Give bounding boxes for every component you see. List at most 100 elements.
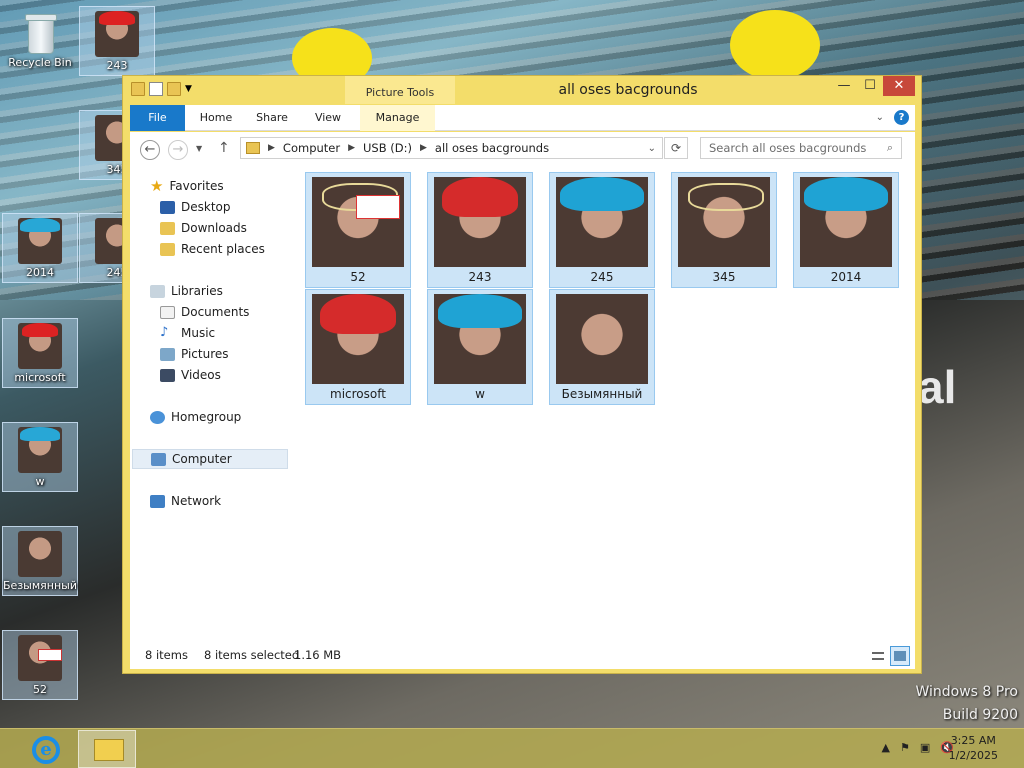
file-item-2014[interactable]: 2014 <box>793 172 899 288</box>
file-item-345[interactable]: 345 <box>671 172 777 288</box>
tab-share[interactable]: Share <box>246 105 298 131</box>
file-name: 345 <box>712 270 736 284</box>
details-view-button[interactable] <box>868 646 888 666</box>
desktop-icon-microsoft[interactable]: microsoft <box>2 318 78 388</box>
file-item-245[interactable]: 245 <box>549 172 655 288</box>
explorer-body: ← → ▼ ↑ ▶ Computer ▶ USB (D:) ▶ all oses… <box>130 132 915 669</box>
show-hidden-icons-icon[interactable]: ▲ <box>882 741 890 754</box>
address-history-chevron-icon[interactable]: ⌄ <box>648 143 656 154</box>
image-thumbnail-icon <box>434 177 526 267</box>
internet-explorer-icon: e <box>32 736 60 764</box>
ribbon-right-controls: ⌄ ? <box>876 110 909 125</box>
image-thumbnail-icon <box>434 294 526 384</box>
desktop-icon-label: Безымянный <box>3 579 77 592</box>
search-input[interactable]: Search all oses bacgrounds ⌕ <box>700 137 902 159</box>
folder-icon <box>246 142 260 154</box>
status-selection: 8 items selected <box>204 648 300 662</box>
nav-videos[interactable]: Videos <box>160 365 221 385</box>
up-arrow-icon[interactable]: ↑ <box>218 140 230 156</box>
window-title: all oses bacgrounds <box>558 82 698 98</box>
file-explorer-icon <box>94 739 124 761</box>
breadcrumb-current-folder[interactable]: all oses bacgrounds <box>435 141 549 155</box>
action-center-flag-icon[interactable]: ⚑ <box>900 741 910 754</box>
details-view-icon <box>872 652 884 660</box>
image-thumbnail-icon <box>18 427 62 473</box>
nav-recent-places[interactable]: Recent places <box>160 239 265 259</box>
nav-music[interactable]: ♪ Music <box>160 323 215 343</box>
forward-button[interactable]: → <box>168 140 188 160</box>
nav-label: Pictures <box>181 347 229 361</box>
breadcrumb-computer[interactable]: Computer <box>283 141 340 155</box>
back-button[interactable]: ← <box>140 140 160 160</box>
properties-icon[interactable] <box>149 82 163 96</box>
customize-qat-chevron-icon[interactable]: ▼ <box>185 82 195 96</box>
homegroup-icon <box>150 410 165 424</box>
address-bar[interactable]: ▶ Computer ▶ USB (D:) ▶ all oses bacgrou… <box>240 137 663 159</box>
file-name: Безымянный <box>561 387 643 401</box>
image-thumbnail-icon <box>678 177 770 267</box>
nav-label: Videos <box>181 368 221 382</box>
nav-computer[interactable]: Computer <box>132 449 288 469</box>
computer-icon <box>151 452 166 466</box>
minimize-button[interactable]: — <box>831 76 857 96</box>
image-thumbnail-icon <box>18 635 62 681</box>
taskbar-file-explorer[interactable] <box>78 730 136 768</box>
explorer-window[interactable]: ▼ Picture Tools all oses bacgrounds — ☐ … <box>122 75 922 674</box>
file-item-243[interactable]: 243 <box>427 172 533 288</box>
nav-homegroup[interactable]: Homegroup <box>150 407 241 427</box>
new-folder-icon[interactable] <box>167 82 181 96</box>
address-row: ← → ▼ ↑ ▶ Computer ▶ USB (D:) ▶ all oses… <box>130 132 915 166</box>
music-note-icon: ♪ <box>160 325 169 340</box>
image-thumbnail-icon <box>556 177 648 267</box>
taskbar-internet-explorer[interactable]: e <box>16 730 74 768</box>
large-icons-view-button[interactable] <box>890 646 910 666</box>
expand-ribbon-chevron-icon[interactable]: ⌄ <box>876 112 884 123</box>
desktop-icon-bezymyanny[interactable]: Безымянный <box>2 526 78 596</box>
nav-label: Downloads <box>181 221 247 235</box>
nav-label: Libraries <box>171 284 223 298</box>
image-thumbnail-icon <box>800 177 892 267</box>
status-item-count: 8 items <box>145 648 188 662</box>
breadcrumb-separator-icon: ▶ <box>348 143 356 153</box>
recent-locations-chevron-icon[interactable]: ▼ <box>196 144 202 153</box>
desktop-icon-label: w <box>35 475 45 488</box>
pictures-icon <box>160 347 175 361</box>
tab-file[interactable]: File <box>130 105 185 131</box>
nav-desktop[interactable]: Desktop <box>160 197 231 217</box>
network-icon[interactable]: ▣ <box>920 741 930 754</box>
file-item-microsoft[interactable]: microsoft <box>305 289 411 405</box>
maximize-button[interactable]: ☐ <box>857 76 883 96</box>
file-item-w[interactable]: w <box>427 289 533 405</box>
status-size: 1.16 MB <box>294 648 342 662</box>
nav-favorites[interactable]: ★ Favorites <box>150 176 224 196</box>
file-item-bezymyanny[interactable]: Безымянный <box>549 289 655 405</box>
nav-pictures[interactable]: Pictures <box>160 344 229 364</box>
desktop-icon-243[interactable]: 243 <box>79 6 155 76</box>
recent-places-icon <box>160 242 175 256</box>
help-icon[interactable]: ? <box>894 110 909 125</box>
breadcrumb-usb-drive[interactable]: USB (D:) <box>363 141 412 155</box>
desktop-icon-label: 52 <box>33 683 47 696</box>
status-bar: 8 items 8 items selected 1.16 MB <box>130 643 915 669</box>
nav-downloads[interactable]: Downloads <box>160 218 247 238</box>
documents-icon <box>160 305 175 319</box>
clock[interactable]: 3:25 AM 1/2/2025 <box>949 733 998 763</box>
desktop-icon-recycle-bin[interactable]: Recycle Bin <box>2 6 78 76</box>
tab-home[interactable]: Home <box>190 105 242 131</box>
desktop-icon-52[interactable]: 52 <box>2 630 78 700</box>
clock-date: 1/2/2025 <box>948 749 998 762</box>
refresh-button[interactable]: ⟳ <box>664 137 688 159</box>
tab-view[interactable]: View <box>302 105 354 131</box>
close-button[interactable]: ✕ <box>883 76 915 96</box>
desktop-icon-2014[interactable]: 2014 <box>2 213 78 283</box>
image-thumbnail-icon <box>18 323 62 369</box>
tab-manage[interactable]: Manage <box>360 105 435 131</box>
nav-network[interactable]: Network <box>150 491 221 511</box>
nav-label: Favorites <box>169 179 224 193</box>
desktop-icon-w[interactable]: w <box>2 422 78 492</box>
downloads-folder-icon <box>160 221 175 235</box>
nav-libraries[interactable]: Libraries <box>150 281 223 301</box>
title-bar[interactable]: ▼ Picture Tools all oses bacgrounds — ☐ … <box>123 76 921 104</box>
nav-documents[interactable]: Documents <box>160 302 249 322</box>
file-item-52[interactable]: 52 <box>305 172 411 288</box>
